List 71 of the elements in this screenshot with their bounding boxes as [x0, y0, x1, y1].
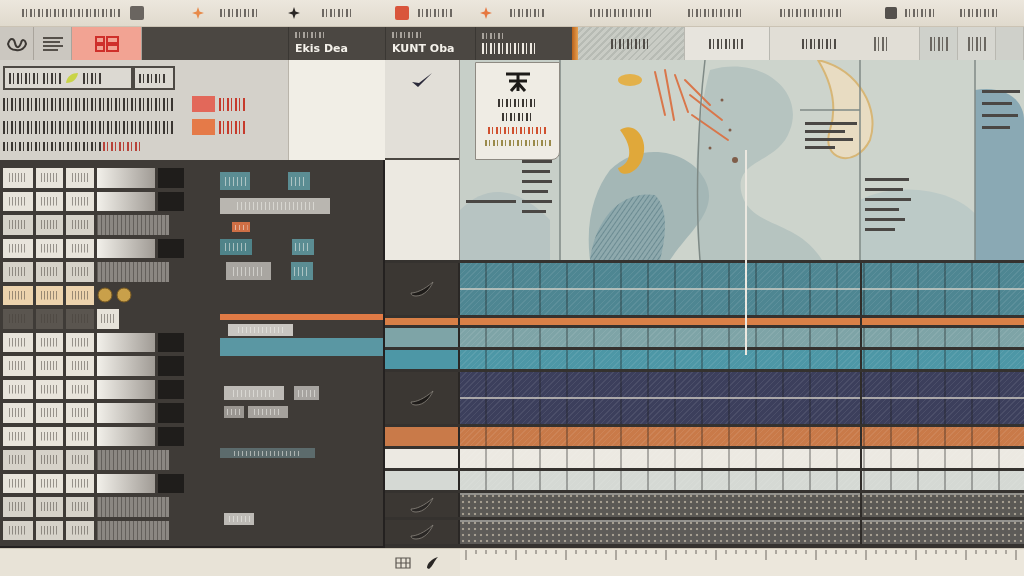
tag-chip	[220, 239, 252, 255]
list-chip[interactable]	[36, 520, 63, 540]
list-chip[interactable]	[3, 379, 33, 399]
tag-chip	[248, 406, 288, 418]
list-chip[interactable]	[66, 379, 94, 399]
swoosh-icon	[409, 281, 434, 297]
swoosh-icon	[409, 497, 434, 513]
list-chip[interactable]	[66, 426, 94, 446]
list-chip[interactable]	[36, 191, 63, 211]
list-chip[interactable]	[3, 285, 33, 305]
list-chip[interactable]	[3, 520, 33, 540]
list-chip[interactable]	[66, 191, 94, 211]
tag-chip	[292, 239, 314, 255]
tag-chip	[294, 386, 319, 400]
tag-chip	[226, 262, 271, 280]
list-chip[interactable]	[66, 238, 94, 258]
input-field[interactable]	[3, 66, 133, 90]
tab[interactable]	[685, 27, 770, 60]
input-field[interactable]	[133, 66, 175, 90]
list-chip[interactable]	[36, 238, 63, 258]
list-chip[interactable]	[36, 332, 63, 352]
list-chip[interactable]	[97, 332, 155, 352]
garbled-text	[611, 38, 651, 49]
tag-chip	[288, 172, 310, 190]
tab[interactable]	[578, 27, 685, 60]
list-chip[interactable]	[97, 473, 155, 493]
swoosh-icon	[409, 390, 434, 406]
tag-chip	[224, 406, 244, 418]
list-chip[interactable]	[66, 473, 94, 493]
tag-chip	[224, 513, 254, 525]
lines-icon	[41, 35, 64, 52]
list-chip[interactable]	[36, 473, 63, 493]
tag-chip	[291, 262, 313, 280]
list-chip[interactable]	[36, 285, 63, 305]
list-chip[interactable]	[97, 426, 155, 446]
column-header: Ekis Dea	[295, 42, 349, 55]
coin-icon	[116, 287, 132, 304]
list-chip[interactable]	[66, 332, 94, 352]
tab[interactable]	[958, 27, 996, 60]
swoosh-icon	[409, 524, 434, 540]
spark-icon[interactable]	[288, 7, 300, 19]
list-chip[interactable]	[66, 285, 94, 305]
list-chip[interactable]	[3, 238, 33, 258]
square-icon[interactable]	[885, 7, 897, 19]
column-header: KUNT Oba	[392, 42, 456, 55]
tag-chip	[220, 172, 250, 190]
tab[interactable]	[770, 27, 920, 60]
grid-icon[interactable]	[395, 556, 411, 569]
list-chip[interactable]	[3, 191, 33, 211]
check-icon	[411, 72, 433, 90]
list-chip[interactable]	[3, 426, 33, 446]
square-icon[interactable]	[130, 6, 144, 20]
mode-tab[interactable]	[34, 27, 72, 60]
accent-stripe	[572, 27, 578, 60]
tab[interactable]	[920, 27, 958, 60]
tag-chip	[228, 324, 293, 336]
list-chip[interactable]	[97, 238, 155, 258]
leaf-icon	[65, 72, 79, 84]
list-chip[interactable]	[36, 379, 63, 399]
list-chip[interactable]	[97, 379, 155, 399]
list-chip[interactable]	[97, 191, 155, 211]
tag-chip	[224, 386, 284, 400]
list-chip[interactable]	[3, 332, 33, 352]
swoosh-icon[interactable]	[425, 555, 439, 570]
list-chip[interactable]	[36, 426, 63, 446]
coin-icon	[97, 287, 113, 304]
tag-chip	[232, 222, 250, 232]
mode-tab[interactable]	[0, 27, 34, 60]
list-chip[interactable]	[3, 473, 33, 493]
grid-icon	[93, 34, 120, 53]
list-chip[interactable]	[66, 520, 94, 540]
